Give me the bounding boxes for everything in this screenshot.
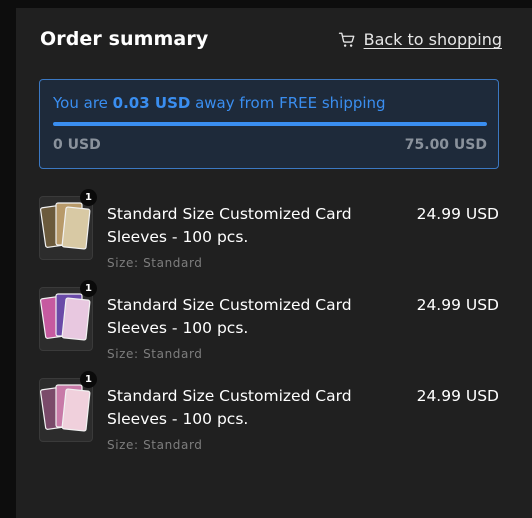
cart-icon [338, 32, 355, 47]
sleeve-card-front [61, 206, 91, 250]
item-variant: Size: Standard [107, 256, 203, 270]
page-title: Order summary [40, 28, 209, 50]
cart-item: 1 Standard Size Customized Card Sleeves … [39, 371, 499, 458]
order-summary-header: Order summary Back to shopping [40, 28, 502, 58]
progress-range-max: 75.00 USD [404, 137, 487, 153]
back-to-shopping-label[interactable]: Back to shopping [364, 30, 502, 49]
item-name: Standard Size Customized Card Sleeves - … [107, 387, 352, 428]
cart-item: 1 Standard Size Customized Card Sleeves … [39, 189, 499, 276]
page-background: Order summary Back to shopping You are 0… [0, 0, 532, 518]
item-price: 24.99 USD [416, 205, 499, 223]
card-sleeves-image [40, 384, 91, 432]
card-sleeves-image [40, 293, 91, 341]
sleeve-card-front [61, 388, 91, 432]
free-shipping-prefix: You are [53, 94, 113, 112]
shipping-progress-track [53, 122, 487, 126]
item-price: 24.99 USD [416, 387, 499, 405]
item-variant: Size: Standard [107, 438, 203, 452]
back-to-shopping-link[interactable]: Back to shopping [338, 30, 502, 49]
amount-away: 0.03 USD [112, 94, 191, 112]
free-shipping-banner: You are 0.03 USD away from FREE shipping… [39, 79, 499, 169]
quantity-badge: 1 [80, 371, 97, 388]
order-summary-panel: Order summary Back to shopping You are 0… [16, 8, 532, 518]
product-thumbnail[interactable]: 1 [39, 189, 97, 260]
product-thumbnail[interactable]: 1 [39, 280, 97, 351]
card-sleeves-image [40, 202, 91, 250]
product-thumbnail[interactable]: 1 [39, 371, 97, 442]
item-variant: Size: Standard [107, 347, 203, 361]
quantity-badge: 1 [80, 280, 97, 297]
sleeve-card-front [61, 297, 91, 341]
shipping-progress-fill [53, 122, 487, 126]
item-price: 24.99 USD [416, 296, 499, 314]
cart-item: 1 Standard Size Customized Card Sleeves … [39, 280, 499, 367]
free-shipping-suffix: away from FREE shipping [190, 94, 386, 112]
progress-range-min: 0 USD [53, 137, 101, 153]
free-shipping-message: You are 0.03 USD away from FREE shipping [53, 94, 386, 112]
item-name: Standard Size Customized Card Sleeves - … [107, 296, 352, 337]
item-name: Standard Size Customized Card Sleeves - … [107, 205, 352, 246]
quantity-badge: 1 [80, 189, 97, 206]
